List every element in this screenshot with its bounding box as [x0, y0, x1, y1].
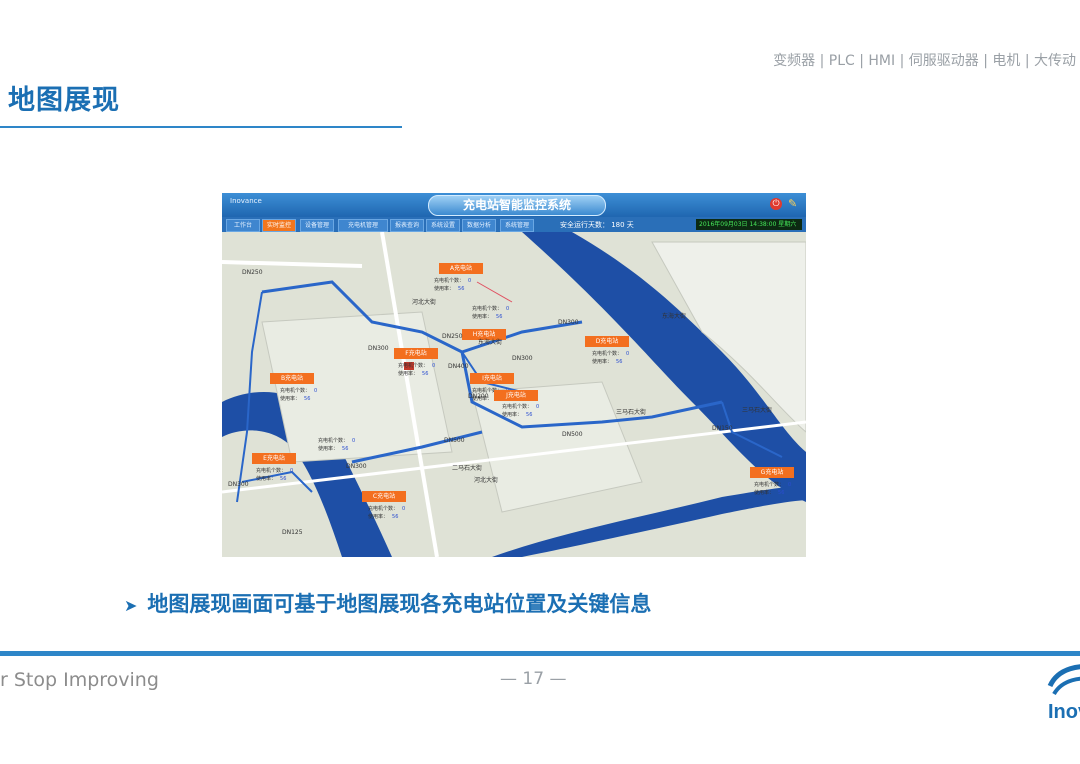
logo-text: Inov — [1048, 701, 1080, 723]
run-days: 安全运行天数： 180 天 — [560, 221, 634, 229]
station-b-info: 充电机个数： 0 使用率： 56 — [280, 388, 318, 402]
station-d-info: 充电机个数： 0 使用率： 56 — [592, 351, 630, 365]
road-label: 东海大街 — [478, 339, 503, 346]
tab-workbench[interactable]: 工作台 — [226, 219, 260, 232]
app-title: 充电站智能监控系统 — [428, 195, 606, 216]
logo-swoosh-icon: Inov — [1047, 664, 1080, 723]
road-label: 三马石大街 — [742, 407, 773, 414]
station-j-label[interactable]: J充电站 — [494, 390, 538, 401]
app-header: Inovance 充电站智能监控系统 ⏻ ✎ — [222, 193, 806, 217]
station-j-info: 充电机个数： 0 使用率： 56 — [502, 404, 540, 418]
pipe-label: DN300 — [346, 463, 367, 470]
tab-system-management[interactable]: 系统管理 — [500, 219, 534, 232]
pipe-label: DN500 — [562, 431, 583, 438]
station-i-label[interactable]: I充电站 — [470, 373, 514, 384]
bullet-text: 地图展现画面可基于地图展现各充电站位置及关键信息 — [147, 592, 652, 616]
station-g-info: 充电机个数： 0 使用率： 56 — [754, 482, 792, 496]
station-e-label[interactable]: E充电站 — [252, 453, 296, 464]
bullet-point: ➤ 地图展现画面可基于地图展现各充电站位置及关键信息 — [124, 588, 651, 618]
screenshot-monitor-system: Inovance 充电站智能监控系统 ⏻ ✎ 工作台 实时监控 设备管理 充电机… — [222, 193, 806, 557]
station-g-label[interactable]: G充电站 — [750, 467, 794, 478]
station-c-info: 充电机个数： 0 使用率： 56 — [368, 506, 406, 520]
station-a-label[interactable]: A充电站 — [439, 263, 483, 274]
road-label: 河北大街 — [412, 299, 437, 306]
tab-realtime-monitor[interactable]: 实时监控 — [262, 219, 296, 232]
arrow-bullet-icon: ➤ — [124, 596, 138, 615]
tab-data-analysis[interactable]: 数据分析 — [462, 219, 496, 232]
map-free-info: 充电机个数： 0 使用率： 56 — [318, 438, 356, 452]
slide-title: 地图展现 — [8, 85, 120, 116]
footer-slogan: r Stop Improving — [0, 669, 159, 691]
pipe-label: DN125 — [282, 529, 303, 536]
station-a-info: 充电机个数： 0 使用率： 56 — [434, 278, 472, 292]
road-label: 东海大街 — [662, 313, 687, 320]
station-f-label[interactable]: F充电站 — [394, 348, 438, 359]
pipe-label: DN250 — [242, 269, 263, 276]
tab-system-settings[interactable]: 系统设置 — [426, 219, 460, 232]
station-e-info: 充电机个数： 0 使用率： 56 — [256, 468, 294, 482]
pipe-label: DN400 — [448, 363, 469, 370]
app-logo: Inovance — [230, 197, 262, 205]
station-h-info: 充电机个数： 0 使用率： 56 — [472, 306, 510, 320]
tab-charger-management[interactable]: 充电机管理 — [338, 219, 388, 232]
tab-device-management[interactable]: 设备管理 — [300, 219, 334, 232]
station-d-label[interactable]: D充电站 — [585, 336, 629, 347]
road-label: 河北大街 — [474, 477, 499, 484]
pipe-label: DN200 — [468, 393, 489, 400]
pipe-label: DN300 — [558, 319, 579, 326]
road-label: 三马石大街 — [616, 409, 647, 416]
clock-display: 2016年09月03日 14:38:00 星期六 — [696, 219, 802, 230]
station-f-info: 充电机个数： 0 使用率： 56 — [398, 363, 436, 377]
pipe-label: DN300 — [228, 481, 249, 488]
app-tab-bar: 工作台 实时监控 设备管理 充电机管理 报表查询 系统设置 数据分析 系统管理 … — [222, 217, 806, 232]
company-logo: Inov — [1040, 658, 1080, 728]
pipe-label: DN300 — [512, 355, 533, 362]
road-label: 二马石大街 — [452, 465, 483, 472]
tab-report-query[interactable]: 报表查询 — [390, 219, 424, 232]
pipe-label: DN250 — [442, 333, 463, 340]
pipe-label: DN300 — [368, 345, 389, 352]
power-icon[interactable]: ⏻ — [770, 198, 782, 210]
footer-divider — [0, 651, 1080, 656]
station-b-label[interactable]: B充电站 — [270, 373, 314, 384]
pipe-label: DN150 — [712, 425, 733, 432]
tool-icon[interactable]: ✎ — [788, 198, 800, 210]
page-number: — 17 — — [500, 669, 567, 689]
product-line: 变频器 | PLC | HMI | 伺服驱动器 | 电机 | 大传动 — [773, 53, 1076, 69]
station-c-label[interactable]: C充电站 — [362, 491, 406, 502]
pipe-label: DN500 — [444, 437, 465, 444]
title-divider — [0, 126, 402, 128]
